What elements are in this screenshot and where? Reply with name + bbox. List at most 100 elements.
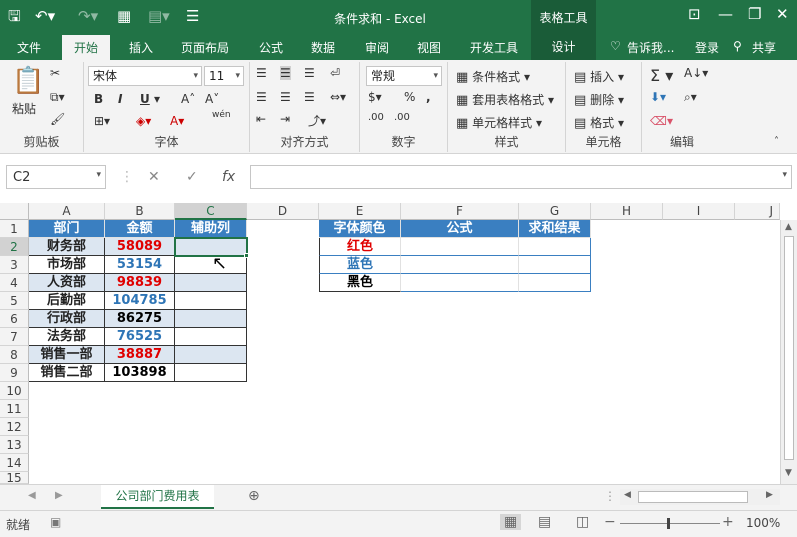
zoom-out-icon[interactable]: − bbox=[604, 514, 616, 530]
table2-color-cell[interactable]: 黑色 bbox=[319, 274, 401, 292]
italic-button[interactable]: I bbox=[118, 92, 122, 106]
sheet-tab-active[interactable]: 公司部门费用表 bbox=[101, 485, 214, 509]
table1-helper-cell[interactable] bbox=[175, 310, 247, 328]
table1-amount-cell[interactable]: 58089 bbox=[105, 238, 175, 256]
zoom-slider-thumb[interactable] bbox=[667, 518, 670, 529]
col-header-e[interactable]: E bbox=[319, 203, 401, 220]
tab-insert[interactable]: 插入 bbox=[129, 39, 153, 56]
col-header-g[interactable]: G bbox=[519, 203, 591, 220]
table1-dept-cell[interactable]: 财务部 bbox=[29, 238, 105, 256]
name-box[interactable]: C2 ▾ bbox=[6, 165, 106, 189]
delete-cells-button[interactable]: ▤ 删除 ▾ bbox=[574, 91, 624, 109]
select-all-corner[interactable] bbox=[0, 203, 29, 220]
align-left-icon[interactable]: ☰ bbox=[256, 90, 267, 104]
underline-dropdown-icon[interactable]: ▾ bbox=[154, 92, 160, 106]
wrap-text-icon[interactable]: ⏎ bbox=[330, 66, 340, 80]
clear-icon[interactable]: ⌫▾ bbox=[650, 114, 673, 128]
fill-icon[interactable]: ⬇▾ bbox=[650, 90, 666, 104]
table1-amount-cell[interactable]: 53154 bbox=[105, 256, 175, 274]
enter-icon[interactable]: ✓ bbox=[186, 169, 198, 185]
tab-file[interactable]: 文件 bbox=[17, 39, 41, 56]
tab-review[interactable]: 审阅 bbox=[365, 39, 389, 56]
scroll-right-icon[interactable]: ▶ bbox=[766, 490, 773, 500]
row-header-3[interactable]: 3 bbox=[0, 256, 29, 274]
table1-amount-cell[interactable]: 86275 bbox=[105, 310, 175, 328]
add-sheet-icon[interactable]: ⊕ bbox=[248, 488, 260, 504]
vertical-scroll-thumb[interactable] bbox=[784, 236, 794, 460]
tab-home[interactable]: 开始 bbox=[62, 35, 111, 61]
table2-formula-cell[interactable] bbox=[401, 238, 519, 256]
customize-qat-icon[interactable]: ☰ bbox=[186, 6, 199, 26]
share-button[interactable]: 共享 bbox=[752, 39, 776, 56]
table1-dept-cell[interactable]: 销售二部 bbox=[29, 364, 105, 382]
normal-view-icon[interactable]: ▦ bbox=[500, 514, 522, 530]
table1-dept-cell[interactable]: 销售一部 bbox=[29, 346, 105, 364]
format-cells-button[interactable]: ▤ 格式 ▾ bbox=[574, 114, 624, 132]
cell-styles-button[interactable]: ▦ 单元格样式 ▾ bbox=[456, 114, 542, 132]
sign-in-link[interactable]: 登录 bbox=[695, 39, 719, 56]
tab-formulas[interactable]: 公式 bbox=[259, 39, 283, 56]
minimize-icon[interactable]: — bbox=[718, 5, 733, 23]
align-bottom-icon[interactable]: ☰ bbox=[304, 66, 315, 80]
table1-amount-cell[interactable]: 76525 bbox=[105, 328, 175, 346]
zoom-in-icon[interactable]: + bbox=[722, 514, 734, 530]
align-top-icon[interactable]: ☰ bbox=[256, 66, 267, 80]
orientation-icon[interactable]: ⤴▾ bbox=[308, 112, 326, 129]
row-header-8[interactable]: 8 bbox=[0, 346, 29, 364]
table1-header-amount[interactable]: 金额 bbox=[105, 220, 175, 238]
page-layout-view-icon[interactable]: ▤ bbox=[538, 514, 551, 530]
tab-developer[interactable]: 开发工具 bbox=[470, 39, 518, 56]
table1-dept-cell[interactable]: 法务部 bbox=[29, 328, 105, 346]
pivot-icon[interactable]: ▤▾ bbox=[148, 6, 170, 26]
page-break-view-icon[interactable]: ◫ bbox=[576, 514, 589, 530]
table2-sum-cell[interactable] bbox=[519, 238, 591, 256]
col-header-a[interactable]: A bbox=[29, 203, 105, 220]
table1-helper-cell[interactable] bbox=[175, 346, 247, 364]
font-size-combo[interactable]: 11 ▾ bbox=[204, 66, 244, 86]
cancel-icon[interactable]: ✕ bbox=[148, 169, 160, 185]
align-middle-icon[interactable]: ☰ bbox=[280, 66, 291, 80]
table1-header-dept[interactable]: 部门 bbox=[29, 220, 105, 238]
row-header-11[interactable]: 11 bbox=[0, 400, 29, 418]
increase-decimal-icon[interactable]: .00 bbox=[368, 112, 384, 123]
scroll-up-icon[interactable]: ▲ bbox=[785, 222, 792, 232]
form-icon[interactable]: ▦ bbox=[117, 6, 131, 26]
decrease-decimal-icon[interactable]: .00 bbox=[394, 112, 410, 123]
insert-cells-button[interactable]: ▤ 插入 ▾ bbox=[574, 68, 624, 86]
ribbon-display-icon[interactable]: ⊡ bbox=[688, 5, 701, 23]
row-header-4[interactable]: 4 bbox=[0, 274, 29, 292]
undo-icon[interactable]: ↶▾ bbox=[35, 6, 55, 26]
table2-color-cell[interactable]: 红色 bbox=[319, 238, 401, 256]
table2-formula-cell[interactable] bbox=[401, 274, 519, 292]
col-header-f[interactable]: F bbox=[401, 203, 519, 220]
row-header-7[interactable]: 7 bbox=[0, 328, 29, 346]
table2-color-cell[interactable]: 蓝色 bbox=[319, 256, 401, 274]
row-header-2[interactable]: 2 bbox=[0, 238, 29, 256]
table1-amount-cell[interactable]: 103898 bbox=[105, 364, 175, 382]
row-header-5[interactable]: 5 bbox=[0, 292, 29, 310]
borders-icon[interactable]: ⊞▾ bbox=[94, 114, 110, 128]
align-center-icon[interactable]: ☰ bbox=[280, 90, 291, 104]
row-header-6[interactable]: 6 bbox=[0, 310, 29, 328]
col-header-b[interactable]: B bbox=[105, 203, 175, 220]
copy-icon[interactable]: ⧉▾ bbox=[50, 90, 65, 105]
table1-amount-cell[interactable]: 104785 bbox=[105, 292, 175, 310]
macro-record-icon[interactable]: ▣ bbox=[50, 515, 61, 529]
autosum-icon[interactable]: Σ ▾ bbox=[650, 66, 673, 85]
table1-dept-cell[interactable]: 后勤部 bbox=[29, 292, 105, 310]
table1-amount-cell[interactable]: 98839 bbox=[105, 274, 175, 292]
name-box-dropdown-icon[interactable]: ▾ bbox=[96, 170, 101, 180]
format-painter-icon[interactable]: 🖌 bbox=[50, 112, 65, 126]
table2-formula-cell[interactable] bbox=[401, 256, 519, 274]
phonetic-icon[interactable]: wén bbox=[212, 110, 231, 120]
table1-helper-cell[interactable] bbox=[175, 256, 247, 274]
row-header-1[interactable]: 1 bbox=[0, 220, 29, 238]
col-header-i[interactable]: I bbox=[663, 203, 735, 220]
col-header-d[interactable]: D bbox=[247, 203, 319, 220]
font-color-icon[interactable]: A▾ bbox=[170, 114, 184, 128]
horizontal-scroll-thumb[interactable] bbox=[638, 491, 748, 503]
merge-icon[interactable]: ⇔▾ bbox=[330, 90, 346, 104]
percent-icon[interactable]: % bbox=[404, 90, 415, 104]
table2-sum-cell[interactable] bbox=[519, 274, 591, 292]
row-header-15[interactable]: 15 bbox=[0, 472, 29, 484]
